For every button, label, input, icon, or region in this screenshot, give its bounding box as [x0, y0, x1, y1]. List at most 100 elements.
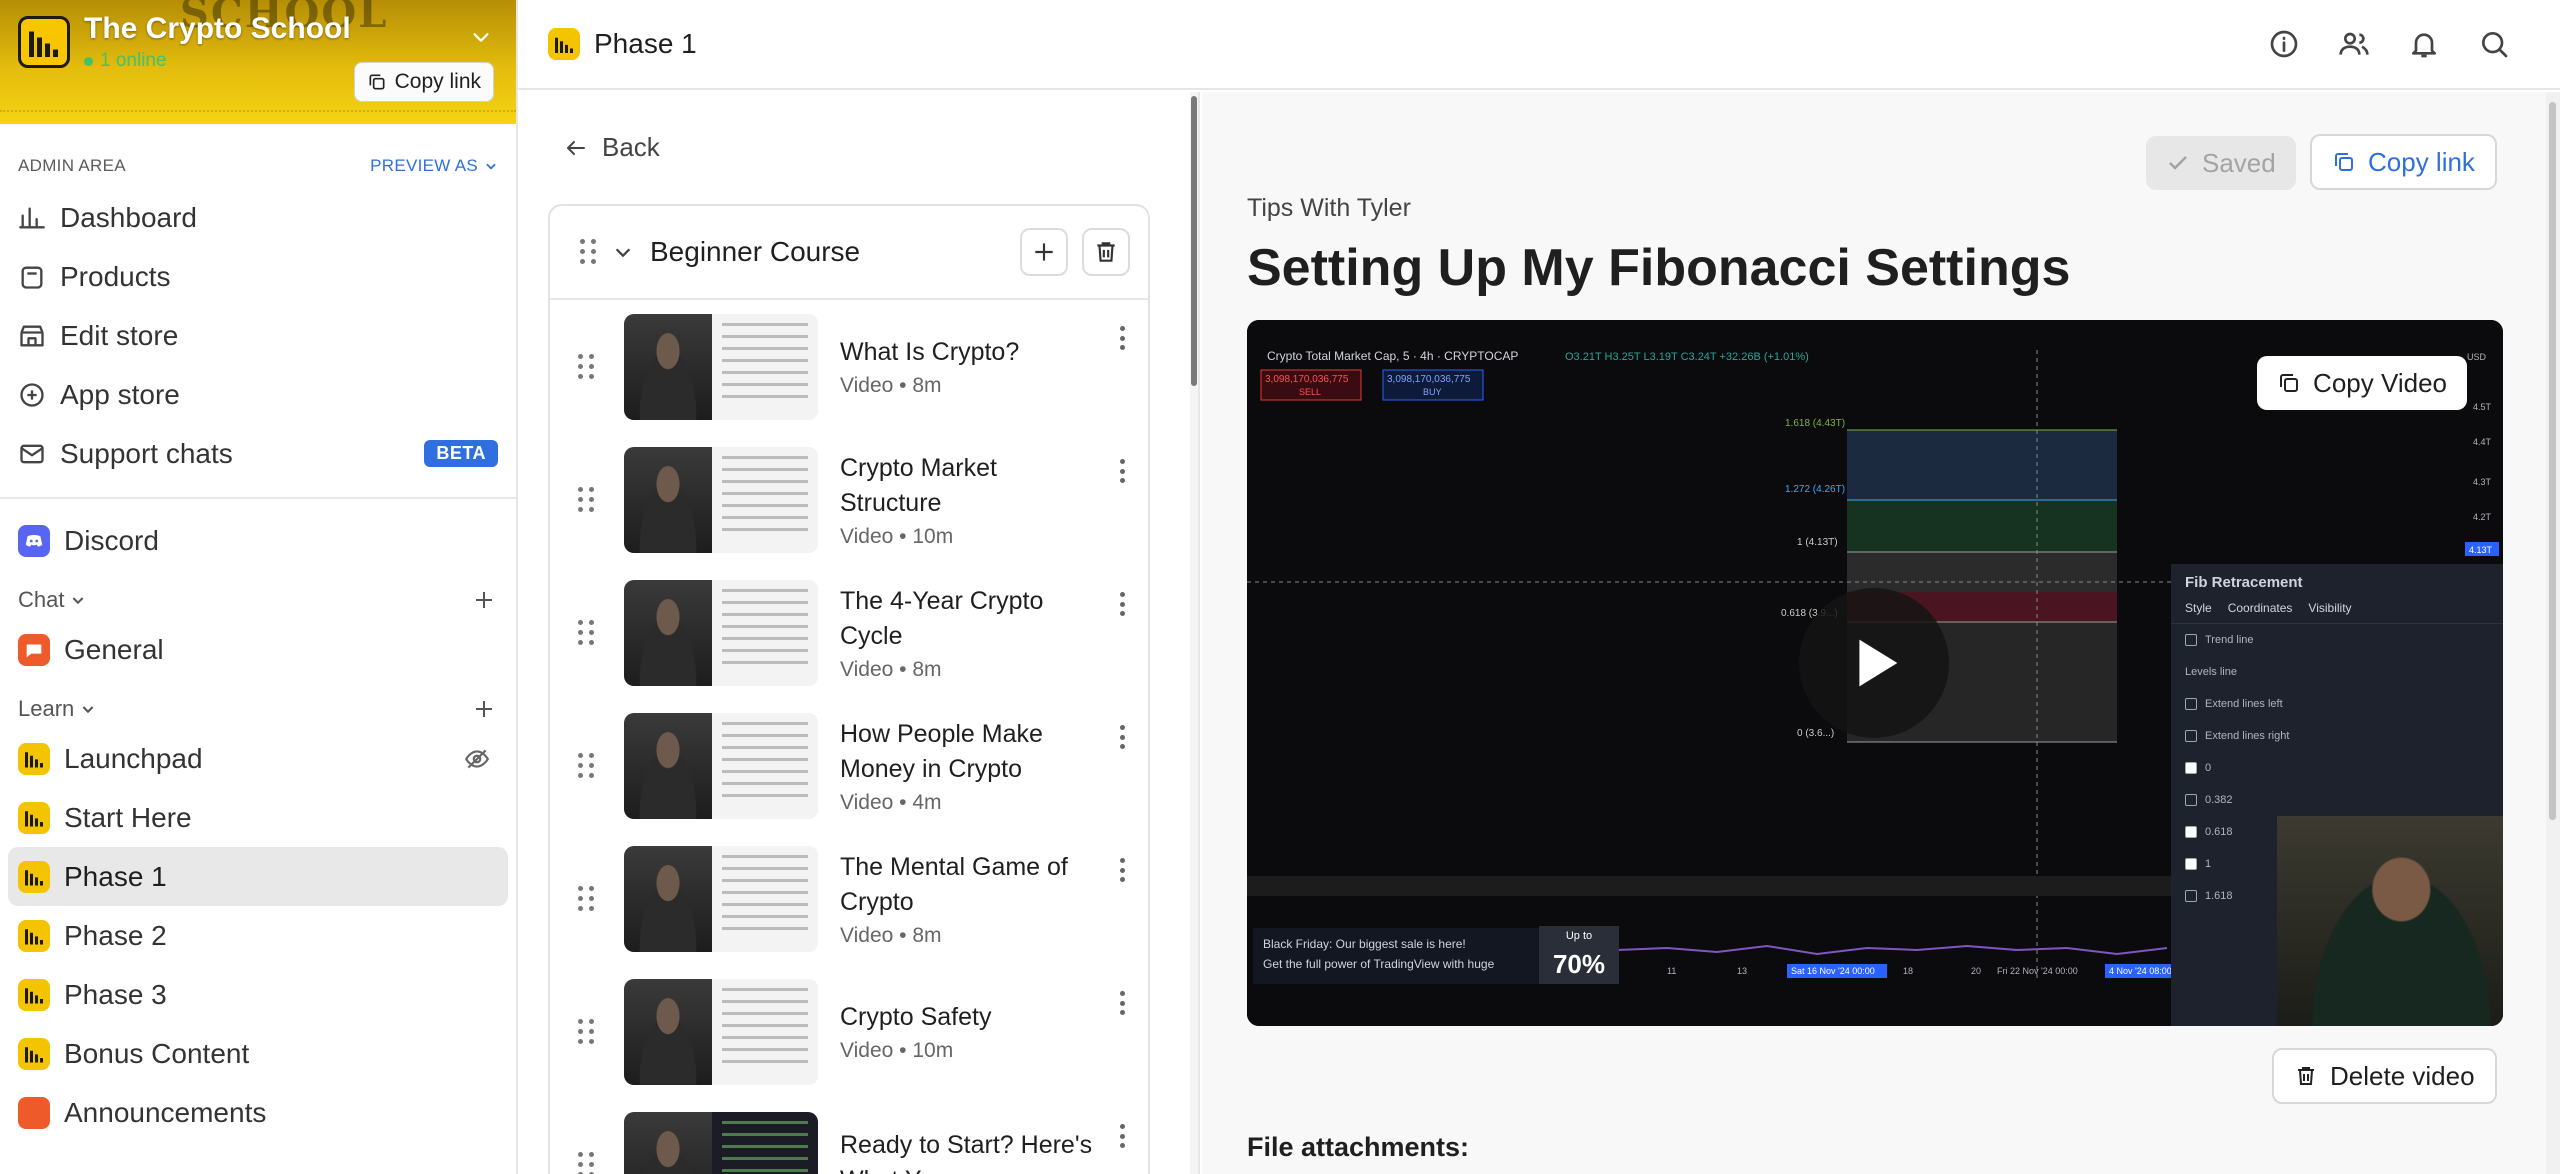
add-lesson-button[interactable]	[1020, 228, 1068, 276]
lesson-item[interactable]: The Mental Game of Crypto Video • 8m	[550, 832, 1148, 965]
store-header[interactable]: SCHOOL The Crypto School 1 online Copy l…	[0, 0, 516, 124]
lesson-thumbnail	[624, 579, 818, 686]
course-icon	[18, 978, 50, 1011]
drag-handle-icon[interactable]	[580, 239, 596, 265]
lesson-item[interactable]: The 4-Year Crypto Cycle Video • 8m	[550, 566, 1148, 699]
nav-item-edit-store[interactable]: Edit store	[0, 306, 516, 365]
video-player[interactable]: Crypto Total Market Cap, 5 · 4h · CRYPTO…	[1247, 320, 2503, 1026]
app-item-launchpad[interactable]: Launchpad	[8, 729, 508, 788]
lesson-item[interactable]: What Is Crypto? Video • 8m	[550, 300, 1148, 433]
drag-handle-icon[interactable]	[578, 752, 594, 779]
saved-label: Saved	[2202, 147, 2276, 178]
preview-as-button[interactable]: PREVIEW AS	[370, 156, 498, 176]
fib-value: 0.382	[2205, 794, 2233, 806]
copy-video-button[interactable]: Copy Video	[2257, 356, 2467, 410]
nav-label: Support chats	[60, 437, 233, 469]
app-item-start-here[interactable]: Start Here	[8, 788, 508, 847]
sidebar-divider	[0, 497, 516, 499]
learn-section-header: Learn	[0, 689, 516, 729]
drag-handle-icon[interactable]	[578, 353, 594, 380]
lesson-item[interactable]: Ready to Start? Here's What You	[550, 1098, 1148, 1174]
add-chat-icon[interactable]	[470, 588, 498, 612]
nav-item-products[interactable]: Products	[0, 247, 516, 306]
nav-item-support-chats[interactable]: Support chats BETA	[0, 424, 516, 483]
saved-button[interactable]: Saved	[2146, 136, 2296, 190]
more-vertical-icon[interactable]	[1120, 1124, 1126, 1148]
chat-bubble-icon	[18, 633, 50, 666]
bar-chart-icon	[19, 207, 45, 228]
play-button[interactable]	[1799, 588, 1949, 738]
fib-panel-title: Fib Retracement	[2185, 574, 2303, 591]
copy-store-link-button[interactable]: Copy link	[353, 62, 494, 102]
lesson-title: Crypto Market Structure	[840, 453, 997, 517]
time-axis-label: 13	[1737, 966, 1747, 976]
fib-row: Extend lines left	[2171, 688, 2503, 720]
more-vertical-icon[interactable]	[1120, 725, 1126, 749]
page-title: Phase 1	[594, 28, 697, 59]
learn-section-toggle[interactable]: Learn	[18, 696, 96, 722]
drag-handle-icon[interactable]	[578, 486, 594, 513]
back-button[interactable]: Back	[564, 132, 660, 163]
breadcrumb: Phase 1	[548, 28, 697, 60]
more-vertical-icon[interactable]	[1120, 991, 1126, 1015]
drag-handle-icon[interactable]	[578, 619, 594, 646]
app-item-phase-3[interactable]: Phase 3	[8, 965, 508, 1024]
back-label: Back	[602, 132, 660, 162]
bell-icon[interactable]	[2408, 28, 2440, 60]
delete-course-button[interactable]	[1082, 228, 1130, 276]
time-axis-label: 11	[1667, 966, 1676, 976]
users-icon[interactable]	[2338, 28, 2370, 60]
drag-handle-icon[interactable]	[578, 1151, 594, 1174]
trash-icon	[1097, 242, 1115, 262]
price-axis-label: 4.3T	[2473, 477, 2492, 487]
banner-decoration	[0, 110, 516, 124]
admin-nav: Dashboard Products Edit store App store …	[0, 188, 516, 483]
lesson-item[interactable]: How People Make Money in Crypto Video • 4…	[550, 699, 1148, 832]
fib-value: 0.618	[2205, 826, 2233, 838]
lesson-title: How People Make Money in Crypto	[840, 719, 1043, 783]
app-label: Phase 1	[64, 860, 167, 892]
delete-video-label: Delete video	[2330, 1060, 2475, 1091]
more-vertical-icon[interactable]	[1120, 326, 1126, 350]
chevron-down-icon[interactable]	[612, 241, 634, 263]
topbar-actions	[2268, 28, 2510, 60]
more-vertical-icon[interactable]	[1120, 459, 1126, 483]
app-item-general[interactable]: General	[8, 620, 508, 679]
lesson-meta: Video • 8m	[840, 374, 942, 397]
chevron-down-icon[interactable]	[470, 26, 492, 48]
lesson-item[interactable]: Crypto Safety Video • 10m	[550, 965, 1148, 1098]
app-item-bonus-content[interactable]: Bonus Content	[8, 1024, 508, 1083]
more-vertical-icon[interactable]	[1120, 858, 1126, 882]
fib-level-label: 0 (3.6...)	[1797, 728, 1834, 739]
price-axis-label: 4.5T	[2473, 402, 2492, 412]
more-vertical-icon[interactable]	[1120, 592, 1126, 616]
app-item-announcements[interactable]: Announcements	[8, 1083, 508, 1142]
nav-label: Edit store	[60, 319, 179, 351]
lesson-item[interactable]: Crypto Market Structure Video • 10m	[550, 433, 1148, 566]
plus-icon	[1035, 243, 1053, 261]
editor-scrollbar[interactable]	[2546, 92, 2560, 1174]
fib-row: 0	[2171, 752, 2503, 784]
app-item-phase-2[interactable]: Phase 2	[8, 906, 508, 965]
outline-scrollbar[interactable]	[1190, 92, 1198, 1174]
presenter-webcam	[2277, 816, 2503, 1026]
fib-tab: Style	[2185, 601, 2212, 615]
chat-section-toggle[interactable]: Chat	[18, 587, 86, 613]
copy-link-button[interactable]: Copy link	[2310, 134, 2497, 190]
info-icon[interactable]	[2268, 28, 2300, 60]
drag-handle-icon[interactable]	[578, 885, 594, 912]
add-learn-icon[interactable]	[470, 697, 498, 721]
drag-handle-icon[interactable]	[578, 1018, 594, 1045]
chat-section-label: Chat	[18, 587, 65, 612]
app-item-phase-1[interactable]: Phase 1	[8, 847, 508, 906]
copy-link-label: Copy link	[2368, 146, 2475, 177]
app-label: General	[64, 633, 164, 665]
search-icon[interactable]	[2478, 28, 2510, 60]
app-item-discord[interactable]: Discord	[8, 511, 508, 570]
course-outline: Back Beginner Course What Is Crypto? Vide…	[518, 92, 1200, 1174]
delete-video-button[interactable]: Delete video	[2272, 1048, 2497, 1104]
time-axis-label: Sat 16 Nov '24 00:00	[1791, 966, 1875, 976]
nav-item-app-store[interactable]: App store	[0, 365, 516, 424]
nav-item-dashboard[interactable]: Dashboard	[0, 188, 516, 247]
sell-label: SELL	[1299, 387, 1321, 397]
